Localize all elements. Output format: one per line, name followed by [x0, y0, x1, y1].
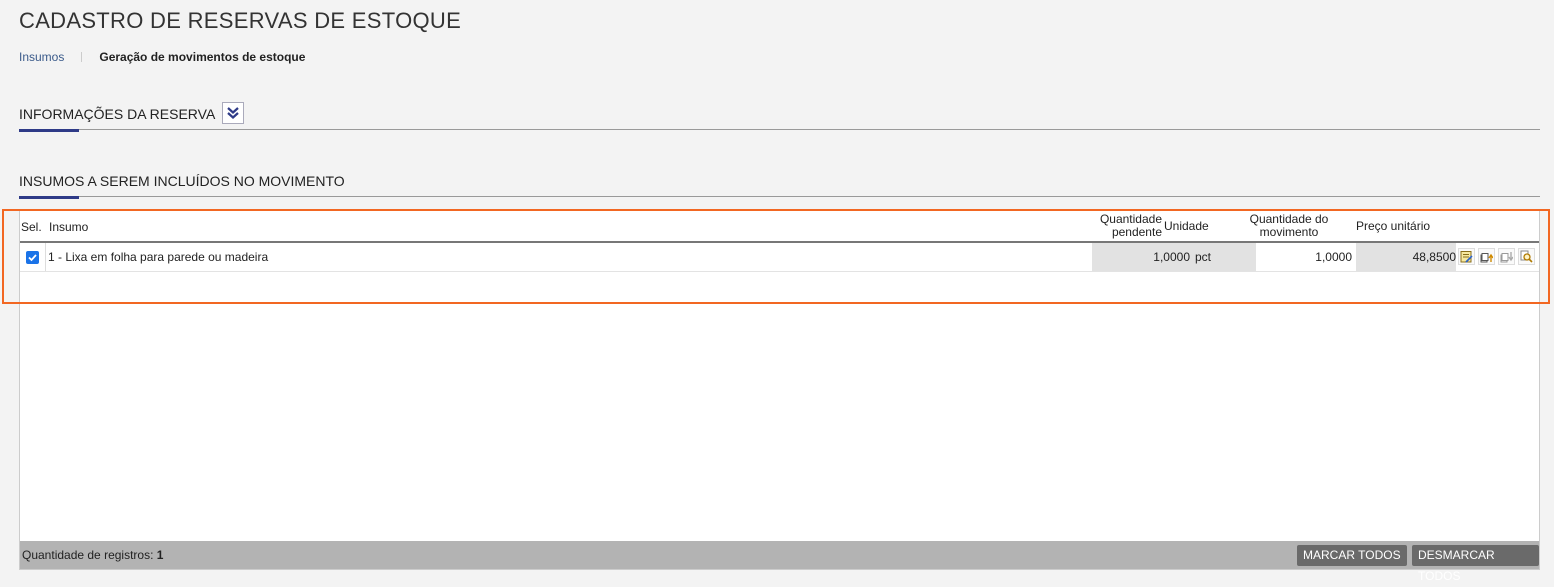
- expand-section-button[interactable]: [222, 102, 244, 124]
- column-header-quantidade-pendente-line2: pendente: [1111, 225, 1162, 239]
- section-reserva-header: INFORMAÇÕES DA RESERVA: [19, 100, 1540, 132]
- record-count-value: 1: [156, 548, 164, 562]
- section-reserva-title: INFORMAÇÕES DA RESERVA: [19, 106, 216, 122]
- search-button[interactable]: [1518, 248, 1535, 265]
- row-select-cell: [20, 243, 45, 271]
- row-preco-unitario-cell: 48,8500: [1356, 243, 1456, 271]
- column-header-preco-unitario[interactable]: Preço unitário: [1356, 220, 1430, 233]
- section-insumos-underline: [19, 196, 79, 199]
- edit-note-icon: [1460, 251, 1473, 263]
- row-quantidade-pendente-cell: 1,0000: [1092, 243, 1192, 271]
- page-title: CADASTRO DE RESERVAS DE ESTOQUE: [19, 8, 462, 33]
- section-insumos-title: INSUMOS A SEREM INCLUÍDOS NO MOVIMENTO: [19, 173, 345, 189]
- insumos-grid: Sel. Insumo Quantidade pendente Unidade …: [19, 210, 1540, 583]
- search-icon: [1520, 250, 1533, 263]
- breadcrumb-current: Geração de movimentos de estoque: [99, 50, 306, 64]
- mark-all-button[interactable]: MARCAR TODOS: [1297, 545, 1407, 566]
- breadcrumb-separator: [81, 52, 83, 62]
- move-up-icon: [1480, 253, 1493, 263]
- unmark-all-button[interactable]: DESMARCAR TODOS: [1412, 545, 1539, 583]
- row-quantidade-movimento-input[interactable]: 1,0000: [1256, 243, 1356, 271]
- move-down-button[interactable]: [1498, 248, 1515, 265]
- row-insumo-cell: 1 - Lixa em folha para parede ou madeira: [45, 243, 1095, 271]
- column-header-quantidade-pendente[interactable]: Quantidade pendente: [1098, 213, 1162, 239]
- record-count-label: Quantidade de registros:: [22, 548, 154, 562]
- double-chevron-down-icon: [227, 107, 239, 119]
- row-actions: [1458, 248, 1535, 265]
- row-select-checkbox[interactable]: [26, 250, 39, 264]
- column-header-quantidade-movimento-line1: Quantidade do: [1249, 212, 1329, 226]
- grid-header: Sel. Insumo Quantidade pendente Unidade …: [20, 211, 1539, 243]
- table-row[interactable]: 1 - Lixa em folha para parede ou madeira…: [20, 243, 1539, 272]
- move-up-button[interactable]: [1478, 248, 1495, 265]
- breadcrumb: Insumos Geração de movimentos de estoque: [19, 50, 305, 64]
- column-header-quantidade-movimento[interactable]: Quantidade do movimento: [1242, 213, 1336, 239]
- column-header-insumo[interactable]: Insumo: [49, 221, 88, 234]
- column-header-quantidade-pendente-line1: Quantidade: [1099, 212, 1162, 226]
- column-header-quantidade-movimento-line2: movimento: [1259, 225, 1319, 239]
- row-unidade-cell: pct: [1192, 243, 1256, 271]
- record-count: Quantidade de registros: 1: [22, 548, 163, 562]
- move-down-icon: [1500, 252, 1513, 263]
- checkmark-icon: [28, 253, 37, 261]
- section-insumos-header: INSUMOS A SEREM INCLUÍDOS NO MOVIMENTO: [19, 168, 1540, 199]
- grid-footer: Quantidade de registros: 1 MARCAR TODOS …: [20, 541, 1539, 583]
- section-reserva-underline: [19, 129, 79, 132]
- edit-note-button[interactable]: [1458, 248, 1475, 265]
- column-header-unidade[interactable]: Unidade: [1164, 220, 1209, 233]
- breadcrumb-link-insumos[interactable]: Insumos: [19, 50, 64, 64]
- column-header-sel[interactable]: Sel.: [21, 221, 42, 234]
